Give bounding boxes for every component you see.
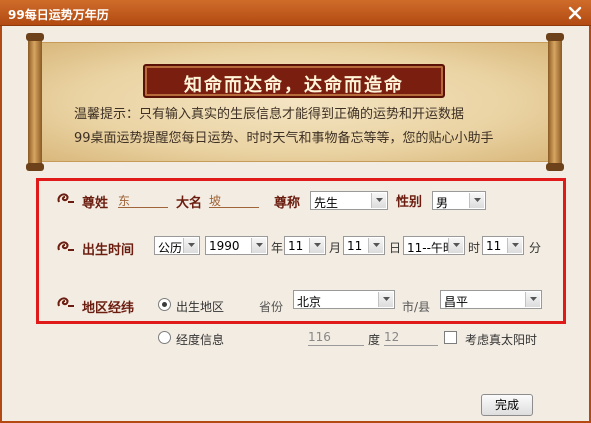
chevron-down-icon[interactable] [525, 292, 540, 307]
year-unit: 年 [271, 241, 284, 255]
minute-select[interactable]: 11 [482, 236, 524, 255]
city-label: 市/县 [402, 300, 431, 314]
tip-line-2: 99桌面运势提醒您每日运势、时时天气和事物备忘等等，您的贴心小助手 [74, 131, 494, 146]
scroll-roller-left [26, 33, 44, 171]
minute-unit: 分 [529, 241, 542, 255]
chevron-down-icon[interactable] [469, 193, 484, 208]
month-select-value: 11 [288, 239, 304, 253]
longitude-minute-field[interactable]: 12 [384, 330, 438, 346]
province-select[interactable]: 北京 [293, 290, 395, 309]
birthplace-option-label: 出生地区 [176, 300, 225, 314]
minute-select-value: 11 [486, 239, 502, 253]
swirl-icon [56, 190, 76, 206]
scroll-banner: 知命而达命，达命而造命 [26, 33, 564, 171]
scroll-roller-right [546, 33, 564, 171]
given-name-field[interactable]: 坡 [209, 192, 259, 208]
title-label: 尊称 [274, 196, 301, 211]
calendar-select[interactable]: 公历 [154, 236, 200, 255]
chevron-down-icon[interactable] [368, 238, 383, 253]
given-name-label: 大名 [176, 196, 203, 211]
title-select-value: 先生 [314, 196, 339, 210]
chevron-down-icon[interactable] [371, 193, 386, 208]
location-label: 地区经纬 [82, 301, 135, 316]
longitude-degree-field[interactable]: 116 [308, 330, 364, 346]
banner-heading: 知命而达命，达命而造命 [184, 75, 404, 96]
surname-field[interactable]: 东 [118, 192, 168, 208]
day-select[interactable]: 11 [343, 236, 385, 255]
gender-select-value: 男 [436, 196, 449, 210]
surname-label: 尊姓 [82, 196, 109, 211]
title-bar: 99每日运势万年历 [0, 0, 591, 26]
month-unit: 月 [329, 241, 342, 255]
chevron-down-icon[interactable] [251, 238, 266, 253]
calendar-select-value: 公历 [158, 241, 183, 255]
chevron-down-icon[interactable] [183, 238, 198, 253]
chevron-down-icon[interactable] [378, 292, 393, 307]
true-solar-label: 考虑真太阳时 [465, 333, 538, 347]
gender-select[interactable]: 男 [432, 191, 486, 210]
day-select-value: 11 [347, 239, 363, 253]
city-select[interactable]: 昌平 [440, 290, 542, 309]
swirl-icon [56, 294, 76, 310]
year-select[interactable]: 1990 [205, 236, 268, 255]
month-select[interactable]: 11 [284, 236, 326, 255]
degree-unit: 度 [368, 333, 381, 347]
birth-time-label: 出生时间 [82, 243, 135, 258]
gender-label: 性别 [396, 195, 423, 210]
chevron-down-icon[interactable] [507, 238, 522, 253]
swirl-icon [56, 238, 76, 254]
province-select-value: 北京 [297, 295, 322, 309]
window-title: 99每日运势万年历 [8, 8, 109, 22]
day-unit: 日 [389, 241, 402, 255]
city-select-value: 昌平 [444, 295, 469, 309]
close-icon[interactable] [567, 5, 583, 21]
banner-heading-plate: 知命而达命，达命而造命 [143, 64, 445, 98]
year-select-value: 1990 [209, 239, 240, 253]
province-label: 省份 [259, 300, 284, 314]
hour-unit: 时 [468, 241, 481, 255]
title-select[interactable]: 先生 [310, 191, 388, 210]
chevron-down-icon[interactable] [309, 238, 324, 253]
done-button[interactable]: 完成 [481, 394, 533, 416]
longitude-radio[interactable] [158, 331, 171, 344]
tip-line-1: 温馨提示：只有输入真实的生辰信息才能得到正确的运势和开运数据 [74, 107, 465, 122]
hour-select[interactable]: 11--午时 [403, 236, 465, 255]
birthplace-radio[interactable] [158, 298, 171, 311]
longitude-option-label: 经度信息 [176, 333, 225, 347]
chevron-down-icon[interactable] [448, 238, 463, 253]
true-solar-checkbox[interactable] [444, 331, 457, 344]
